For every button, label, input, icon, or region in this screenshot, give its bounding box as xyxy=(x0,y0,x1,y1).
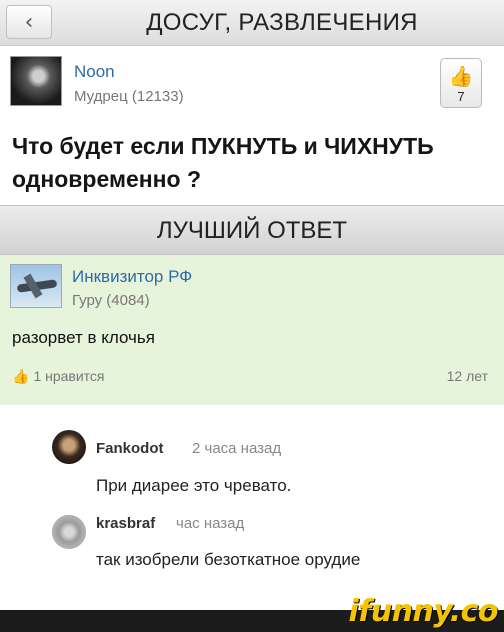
chevron-left-icon: ‹ xyxy=(24,9,34,35)
best-answer-header: ЛУЧШИЙ ОТВЕТ xyxy=(0,205,504,255)
thumbs-up-icon: 👍 xyxy=(448,66,474,88)
comment-author[interactable]: krasbraf xyxy=(96,515,155,532)
question-author-name[interactable]: Noon xyxy=(74,62,115,82)
answer-author-name[interactable]: Инквизитор РФ xyxy=(72,267,192,287)
answer-like-count: 1 нравится xyxy=(33,368,105,384)
question-author-rank: Мудрец (12133) xyxy=(74,88,184,105)
comment-time: час назад xyxy=(176,515,245,532)
thumbs-up-icon: 👍 xyxy=(12,368,30,384)
comment-avatar[interactable] xyxy=(52,515,86,549)
question-text: Что будет если ПУКНУТЬ и ЧИХНУТЬ одновре… xyxy=(12,133,434,192)
answer-author-rank: Гуру (4084) xyxy=(72,292,150,309)
question-like-button[interactable]: 👍 7 xyxy=(440,58,482,108)
question-author-avatar[interactable] xyxy=(10,56,62,106)
comment-author[interactable]: Fankodot xyxy=(96,440,164,457)
comment-text: так изобрели безоткатное орудие xyxy=(96,550,361,569)
comment-time: 2 часа назад xyxy=(192,440,282,457)
comment-text: При диарее это чревато. xyxy=(96,476,292,495)
category-title: ДОСУГ, РАЗВЛЕЧЕНИЯ xyxy=(146,9,418,36)
answer-like-button[interactable]: 👍 1 нравится xyxy=(12,368,105,385)
answer-text: разорвет в клочья xyxy=(12,328,155,347)
watermark-logo: ifunny.co xyxy=(348,594,499,629)
category-header: ‹ ДОСУГ, РАЗВЛЕЧЕНИЯ xyxy=(0,0,504,46)
answer-author-avatar[interactable] xyxy=(10,264,62,308)
back-button[interactable]: ‹ xyxy=(6,5,52,39)
best-answer: Инквизитор РФ Гуру (4084) разорвет в кло… xyxy=(0,255,504,405)
comment-avatar[interactable] xyxy=(52,430,86,464)
question-like-count: 7 xyxy=(457,89,465,104)
answer-age: 12 лет xyxy=(446,368,488,384)
